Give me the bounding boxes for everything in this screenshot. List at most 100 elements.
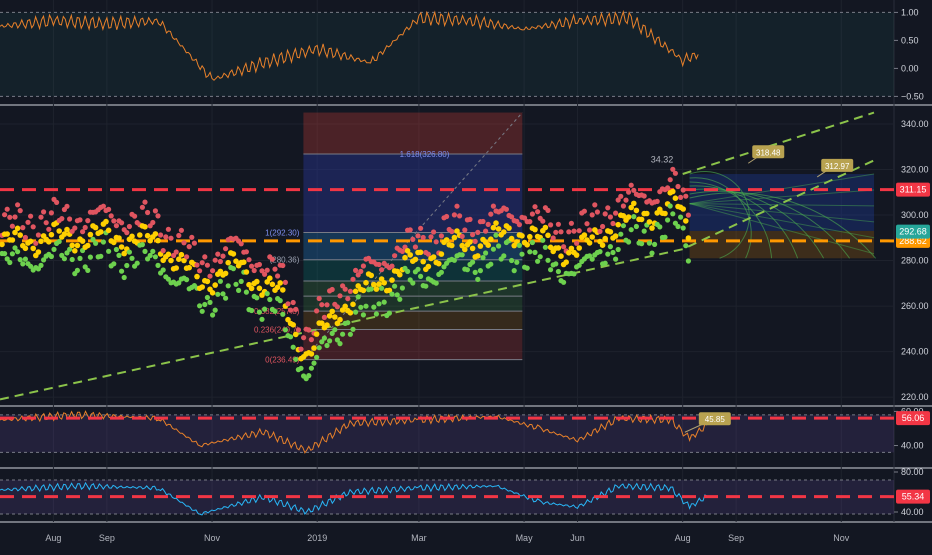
close-point (527, 233, 533, 240)
low-point (225, 283, 231, 289)
low-point (529, 239, 536, 246)
close-point (313, 331, 320, 337)
low-point (243, 289, 249, 295)
price-y-tick-label-0: 220.00 (901, 392, 929, 402)
high-point (301, 335, 307, 341)
fib-zone-7 (303, 329, 523, 360)
high-point (584, 221, 590, 227)
close-point (646, 219, 653, 225)
high-point (15, 202, 21, 208)
high-point (223, 246, 229, 252)
high-point (594, 209, 601, 215)
low-point (662, 234, 668, 240)
low-point (571, 271, 577, 277)
high-point (527, 219, 533, 225)
low-point (7, 259, 13, 266)
tradingview-chart[interactable]: Aug Sep Nov 2019 Mar May Jun Aug Sep Nov 1.00 0.50 0… (0, 0, 932, 550)
correlation-panel: 1.00 0.50 0.00 −0.50 (0, 7, 924, 101)
high-point (550, 235, 556, 241)
high-point (665, 185, 671, 191)
low-point (607, 244, 614, 250)
high-point (2, 212, 8, 218)
fib-zone-1 (303, 153, 523, 233)
high-point (472, 238, 478, 244)
high-point (275, 273, 281, 279)
high-point (532, 204, 538, 210)
low-point (85, 267, 91, 273)
close-point (607, 229, 614, 235)
close-point (155, 237, 161, 244)
close-point (308, 351, 315, 357)
high-point (470, 232, 476, 238)
high-point (165, 226, 171, 232)
low-point (129, 255, 135, 261)
high-point (610, 220, 616, 227)
low-point (542, 244, 549, 250)
low-point (355, 294, 361, 300)
close-point (625, 214, 632, 220)
high-point (613, 210, 619, 216)
close-point (462, 246, 468, 253)
low-point (74, 267, 80, 273)
low-point (298, 365, 304, 371)
close-point (599, 242, 606, 248)
close-point (9, 237, 16, 243)
close-point (142, 224, 148, 230)
close-point (501, 229, 507, 235)
low-point (223, 295, 229, 301)
close-point (467, 239, 473, 245)
high-point (256, 261, 262, 268)
low-point (524, 265, 530, 271)
high-point (178, 227, 184, 233)
close-point (443, 237, 450, 243)
high-point (272, 266, 278, 272)
high-point (54, 199, 60, 205)
low-point (470, 259, 476, 265)
close-point (74, 242, 81, 249)
high-point (628, 182, 634, 188)
high-point (329, 286, 335, 293)
high-point (675, 183, 681, 190)
close-point (670, 188, 676, 195)
high-point (641, 193, 647, 199)
high-point (618, 193, 624, 199)
low-point (51, 246, 57, 252)
high-point (126, 223, 132, 230)
close-point (137, 232, 143, 238)
close-point (495, 226, 502, 232)
high-point (321, 314, 327, 320)
close-point (329, 308, 336, 315)
close-point (425, 263, 432, 270)
low-point (22, 256, 28, 262)
low-point (555, 268, 562, 275)
low-point (204, 294, 210, 301)
high-point (672, 170, 679, 176)
low-point (69, 256, 75, 263)
high-point (38, 214, 44, 220)
low-point (371, 304, 377, 310)
low-point (667, 203, 673, 209)
high-point (379, 267, 385, 273)
low-point (111, 261, 117, 267)
high-point (48, 210, 55, 216)
high-point (545, 207, 551, 213)
high-point (529, 211, 536, 217)
rsi-band (0, 414, 894, 453)
low-point (618, 231, 624, 237)
close-point (519, 233, 525, 239)
high-point (360, 263, 366, 269)
low-point (277, 298, 283, 304)
close-point (545, 232, 551, 239)
high-point (485, 221, 491, 227)
high-point (82, 224, 88, 231)
low-point (293, 356, 299, 362)
high-point (607, 214, 614, 220)
low-point (639, 241, 645, 247)
price-callout-label-1: 312.97 (825, 162, 850, 171)
low-point (633, 223, 640, 230)
high-point (490, 203, 496, 209)
close-point (212, 282, 218, 288)
low-point (233, 281, 239, 287)
low-point (212, 307, 218, 313)
high-point (667, 177, 673, 183)
